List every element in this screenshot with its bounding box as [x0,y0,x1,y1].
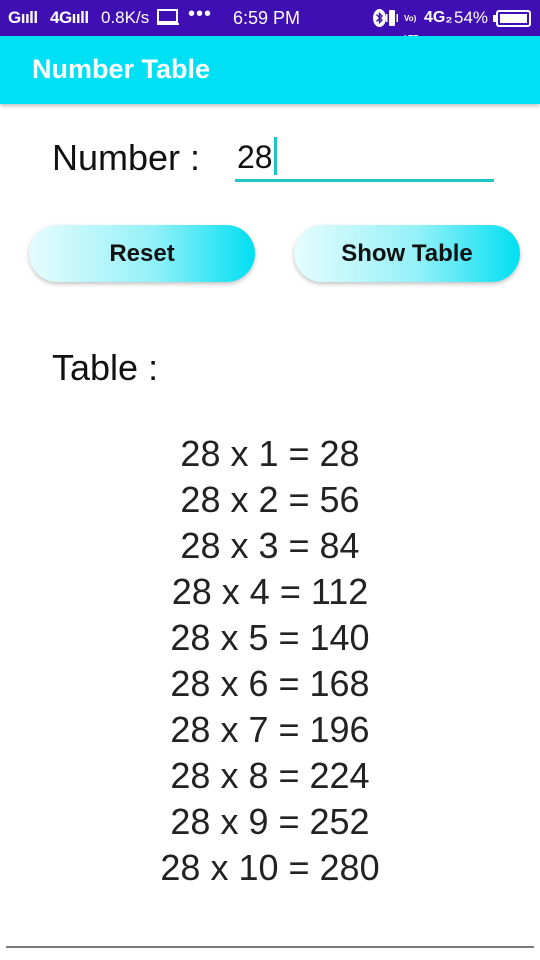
table-row: 28 x 8 = 224 [170,755,370,796]
more-notifications-icon: ••• [188,3,213,25]
vibrate-icon [386,9,398,27]
network-type-indicator: 4G₂ [424,9,453,26]
battery-percentage: 54% [454,8,489,27]
table-row: 28 x 7 = 196 [170,709,370,750]
table-row: 28 x 3 = 84 [180,525,360,566]
bottom-divider [6,946,534,948]
table-row: 28 x 2 = 56 [180,479,360,520]
table-row: 28 x 5 = 140 [170,617,370,658]
app-title: Number Table [32,54,211,84]
app-bar: Number Table [0,36,540,104]
table-row: 28 x 6 = 168 [170,663,370,704]
clock: 6:59 PM [233,8,301,28]
battery-icon [493,10,531,27]
signal-strength-sim1: Gııll [8,8,38,27]
reset-button[interactable]: Reset [29,225,255,282]
signal-strength-sim2: 4Gııll [50,8,89,27]
screen-cast-icon [157,9,179,26]
show-table-button[interactable]: Show Table [294,225,520,282]
multiplication-table: 28 x 1 = 28 28 x 2 = 56 28 x 3 = 84 28 x… [0,431,540,891]
table-label: Table : [52,347,159,388]
bluetooth-icon [373,9,386,27]
table-row: 28 x 1 = 28 [180,433,360,474]
status-bar: Gııll 4Gııll 0.8K/s ••• 6:59 PM Vo) LTE … [0,0,540,43]
table-row: 28 x 9 = 252 [170,801,370,842]
text-cursor [274,137,277,175]
table-row: 28 x 10 = 280 [160,847,380,888]
table-row: 28 x 4 = 112 [171,571,369,612]
network-speed: 0.8K/s [101,8,150,27]
number-label: Number : [52,137,201,178]
